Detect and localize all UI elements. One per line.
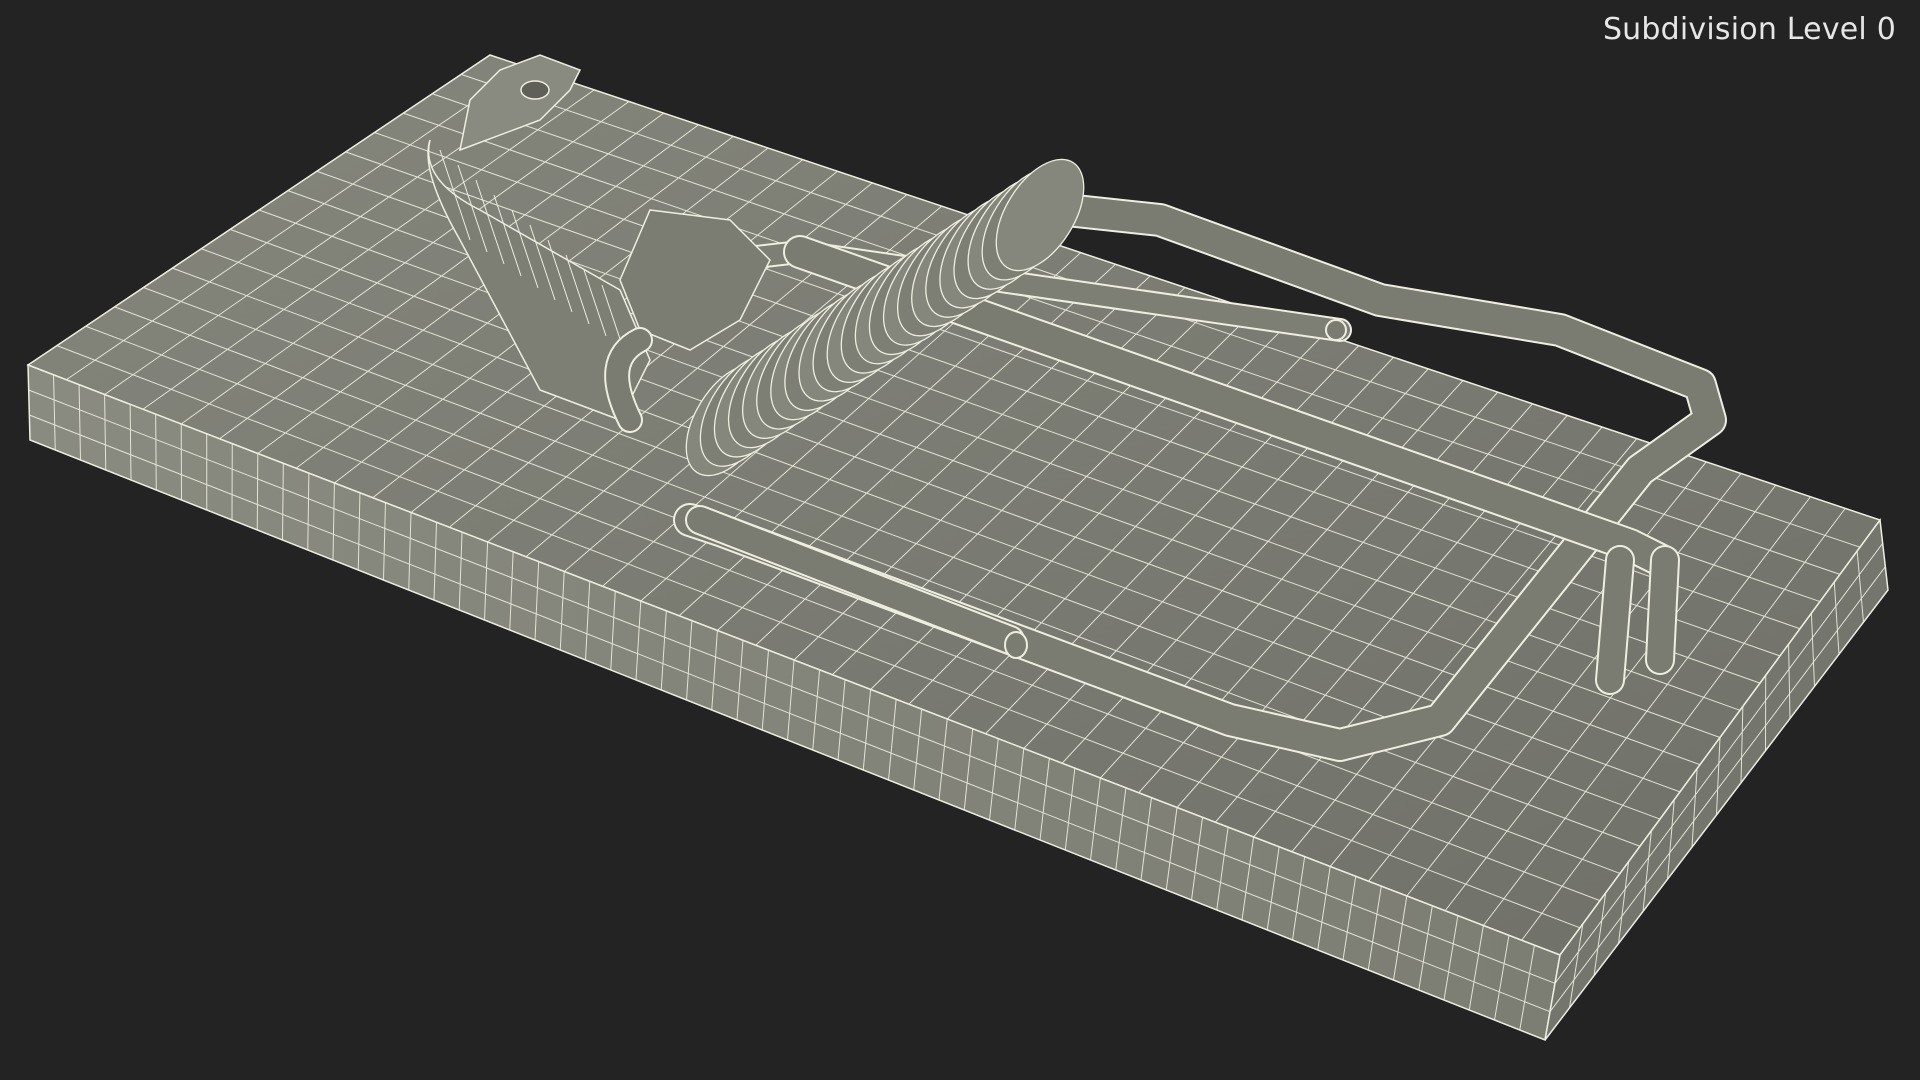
mousetrap-wireframe-model (26, 54, 1889, 1042)
wire-edge (155, 414, 157, 491)
render-viewport: Subdivision Level 0 (0, 0, 1920, 1080)
subdivision-level-label: Subdivision Level 0 (1602, 12, 1896, 47)
wire-edge (256, 453, 259, 531)
